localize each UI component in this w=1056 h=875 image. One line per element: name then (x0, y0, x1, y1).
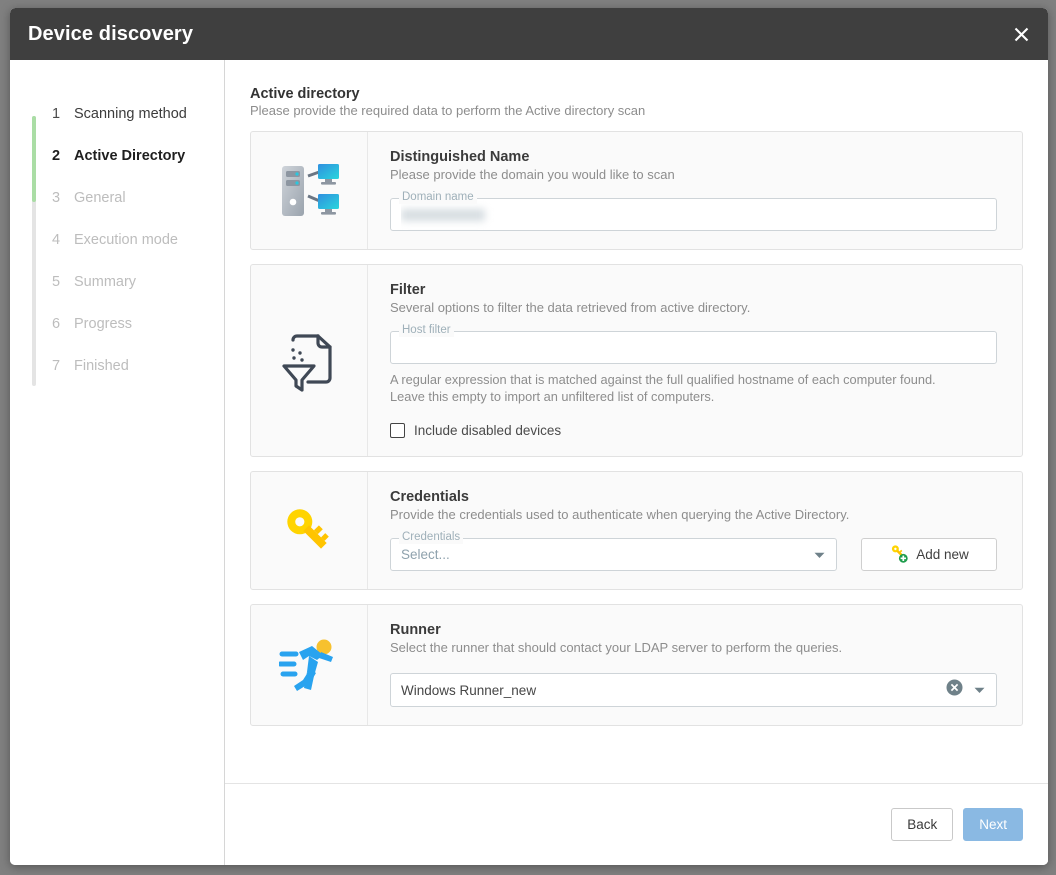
close-icon[interactable] (1002, 16, 1040, 52)
filter-body: Filter Several options to filter the dat… (368, 265, 1022, 456)
runner-value: Windows Runner_new (401, 673, 957, 707)
domain-name-value (401, 198, 957, 231)
step-label: General (74, 190, 126, 206)
filter-hint: A regular expression that is matched aga… (390, 371, 997, 405)
sidebar-item-active-directory[interactable]: 2 Active Directory (32, 148, 224, 190)
distinguished-name-body: Distinguished Name Please provide the do… (368, 132, 1022, 249)
sidebar-item-summary[interactable]: 5 Summary (32, 274, 224, 316)
card-description: Select the runner that should contact yo… (390, 640, 997, 655)
step-label: Scanning method (74, 106, 187, 122)
host-filter-value (401, 331, 957, 364)
step-label: Summary (74, 274, 136, 290)
step-number: 7 (52, 358, 74, 374)
page-title: Active directory (250, 86, 1023, 102)
back-button[interactable]: Back (891, 808, 953, 841)
sidebar-item-general[interactable]: 3 General (32, 190, 224, 232)
step-number: 6 (52, 316, 74, 332)
distinguished-name-card: Distinguished Name Please provide the do… (250, 131, 1023, 250)
sidebar-item-finished[interactable]: 7 Finished (32, 358, 224, 400)
step-label: Active Directory (74, 148, 185, 164)
credentials-body: Credentials Provide the credentials used… (368, 472, 1022, 589)
key-icon (251, 472, 368, 589)
step-number: 2 (52, 148, 74, 164)
card-description: Please provide the domain you would like… (390, 167, 997, 182)
document-funnel-filter-icon (251, 265, 368, 456)
clear-circle-icon[interactable] (946, 679, 963, 701)
card-title: Runner (390, 622, 997, 638)
wizard-sidebar: 1 Scanning method 2 Active Directory 3 G… (10, 60, 225, 865)
step-label: Progress (74, 316, 132, 332)
domain-name-field[interactable]: Domain name (390, 198, 997, 231)
filter-hint-line2: Leave this empty to import an unfiltered… (390, 389, 714, 404)
dialog-title: Device discovery (28, 23, 193, 46)
domain-name-label: Domain name (399, 191, 477, 204)
step-number: 5 (52, 274, 74, 290)
dialog-footer: Back Next (225, 783, 1048, 865)
dialog-body: 1 Scanning method 2 Active Directory 3 G… (10, 60, 1048, 865)
chevron-down-icon[interactable] (974, 681, 985, 699)
runner-icon (251, 605, 368, 725)
add-new-credential-button[interactable]: Add new (861, 538, 997, 571)
step-number: 4 (52, 232, 74, 248)
wizard-main: Active directory Please provide the requ… (225, 60, 1048, 865)
step-rail-progress (32, 116, 36, 202)
sidebar-item-progress[interactable]: 6 Progress (32, 316, 224, 358)
credentials-select[interactable]: Credentials Select... (390, 538, 837, 571)
checkbox-label: Include disabled devices (414, 423, 561, 438)
runner-select[interactable]: Windows Runner_new (390, 673, 997, 707)
redacted-value (401, 209, 485, 221)
card-title: Distinguished Name (390, 149, 997, 165)
card-title: Filter (390, 282, 997, 298)
credentials-label: Credentials (399, 531, 463, 544)
host-filter-field[interactable]: Host filter (390, 331, 997, 364)
credentials-card: Credentials Provide the credentials used… (250, 471, 1023, 590)
checkbox-box (390, 423, 405, 438)
key-add-icon (889, 544, 908, 566)
step-label: Execution mode (74, 232, 178, 248)
dialog-titlebar: Device discovery (10, 8, 1048, 60)
sidebar-item-scanning-method[interactable]: 1 Scanning method (32, 106, 224, 148)
step-rail (32, 116, 36, 386)
wizard-steps: 1 Scanning method 2 Active Directory 3 G… (10, 106, 224, 400)
card-description: Several options to filter the data retri… (390, 300, 997, 315)
step-number: 1 (52, 106, 74, 122)
next-button[interactable]: Next (963, 808, 1023, 841)
include-disabled-devices-checkbox[interactable]: Include disabled devices (390, 423, 997, 438)
server-network-icon (251, 132, 368, 249)
page-subtitle: Please provide the required data to perf… (250, 103, 1023, 118)
credentials-row: Credentials Select... (390, 522, 997, 571)
step-label: Finished (74, 358, 129, 374)
chevron-down-icon[interactable] (814, 546, 825, 564)
wizard-content: Active directory Please provide the requ… (225, 60, 1048, 783)
add-new-label: Add new (916, 547, 969, 562)
step-number: 3 (52, 190, 74, 206)
runner-card: Runner Select the runner that should con… (250, 604, 1023, 726)
device-discovery-dialog: Device discovery 1 Scanning method 2 Act… (10, 8, 1048, 865)
card-title: Credentials (390, 489, 997, 505)
filter-card: Filter Several options to filter the dat… (250, 264, 1023, 457)
sidebar-item-execution-mode[interactable]: 4 Execution mode (32, 232, 224, 274)
card-description: Provide the credentials used to authenti… (390, 507, 997, 522)
filter-hint-line1: A regular expression that is matched aga… (390, 372, 936, 387)
runner-body: Runner Select the runner that should con… (368, 605, 1022, 725)
host-filter-label: Host filter (399, 324, 454, 337)
